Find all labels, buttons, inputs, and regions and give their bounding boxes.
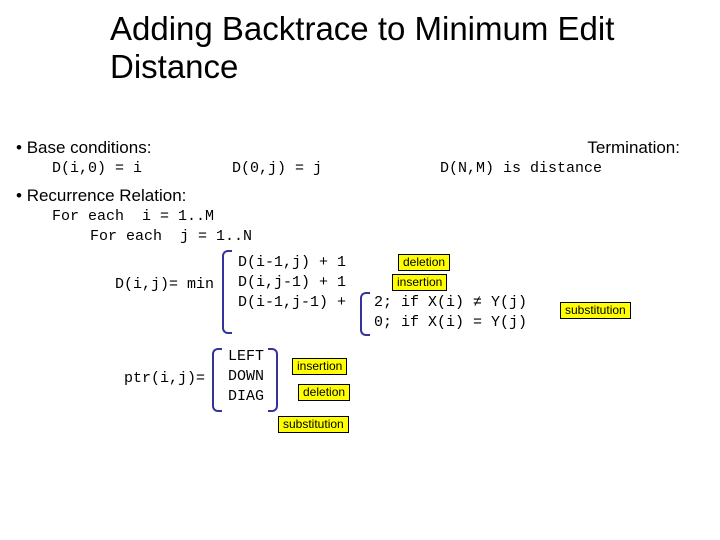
brace-ptr (212, 348, 222, 412)
tag-substitution-1: substitution (560, 302, 631, 319)
tag-deletion-1: deletion (398, 254, 450, 271)
ptr-down: DOWN (228, 368, 264, 385)
case-line-1: 2; if X(i) ≠ Y(j) (374, 294, 527, 311)
termination-label: Termination: (587, 138, 680, 158)
brace-min (222, 250, 232, 334)
tag-substitution-2: substitution (278, 416, 349, 433)
min-line-2: D(i,j-1) + 1 (238, 274, 346, 291)
for-loop-j: For each j = 1..N (90, 228, 252, 245)
slide-title: Adding Backtrace to Minimum Edit Distanc… (110, 10, 670, 86)
bullet-recurrence: Recurrence Relation: (16, 186, 186, 206)
case-line-2: 0; if X(i) = Y(j) (374, 314, 527, 331)
min-line-3: D(i-1,j-1) + (238, 294, 346, 311)
ptr-left: LEFT (228, 348, 264, 365)
bullet-base-conditions: Base conditions: (16, 138, 151, 158)
base-eq-1: D(i,0) = i (52, 160, 142, 177)
base-eq-2: D(0,j) = j (232, 160, 322, 177)
brace-ptr-right (268, 348, 278, 412)
dij-lhs: D(i,j)= min (115, 276, 214, 293)
tag-insertion-2: insertion (292, 358, 347, 375)
for-loop-i: For each i = 1..M (52, 208, 214, 225)
tag-insertion-1: insertion (392, 274, 447, 291)
termination-eq: D(N,M) is distance (440, 160, 602, 177)
ptr-lhs: ptr(i,j)= (124, 370, 205, 387)
ptr-diag: DIAG (228, 388, 264, 405)
brace-cases (360, 292, 370, 336)
min-line-1: D(i-1,j) + 1 (238, 254, 346, 271)
tag-deletion-2: deletion (298, 384, 350, 401)
